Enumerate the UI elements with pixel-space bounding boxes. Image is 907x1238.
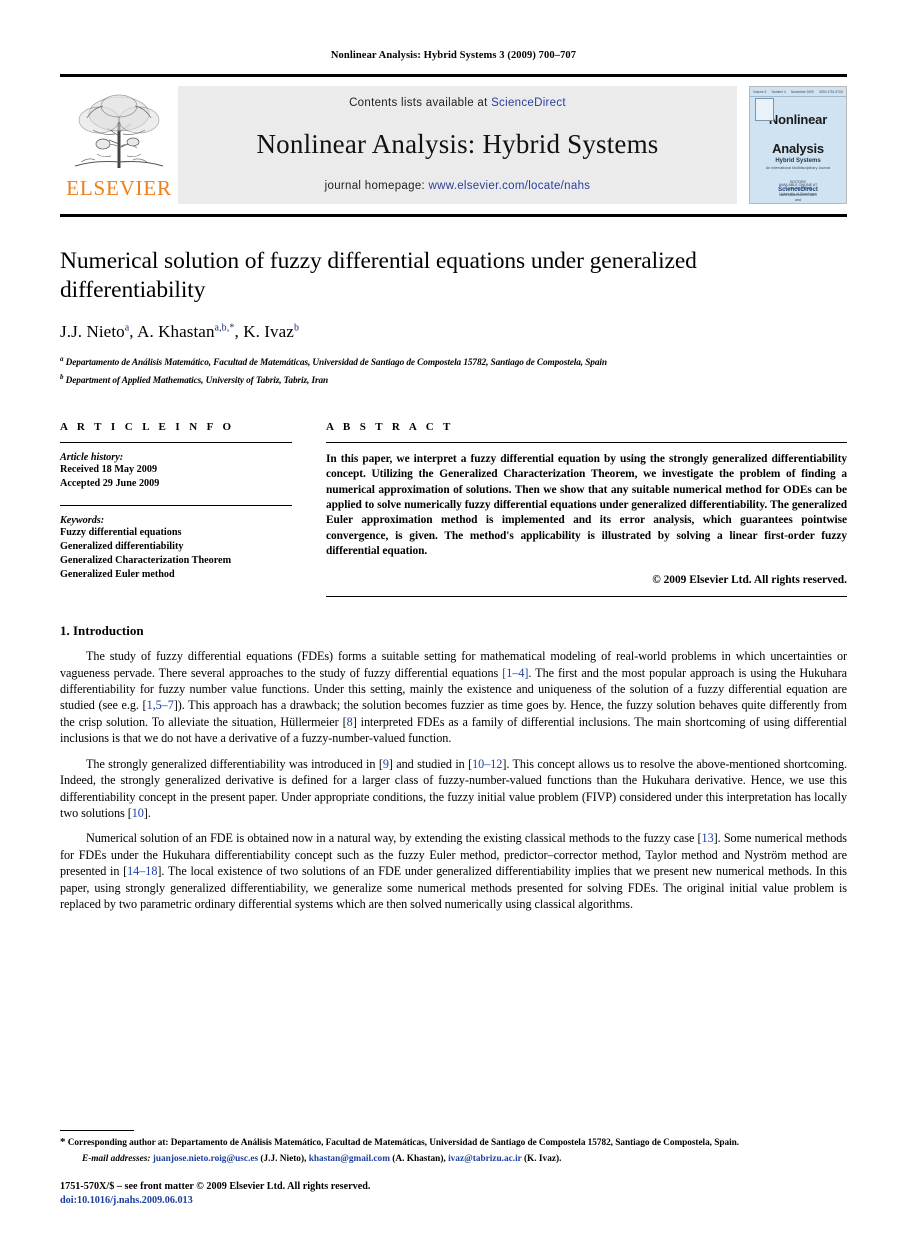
cover-issn: ISSN 1751-570X: [819, 89, 843, 94]
abstract-copyright: © 2009 Elsevier Ltd. All rights reserved…: [652, 574, 847, 587]
citation-link[interactable]: 10–12: [472, 757, 502, 771]
paragraph-text: Numerical solution of an FDE is obtained…: [86, 831, 702, 846]
citation-link[interactable]: [1–4]: [502, 666, 528, 680]
affiliation-list: a Departamento de Análisis Matemático, F…: [60, 353, 847, 388]
page-title: Numerical solution of fuzzy differential…: [60, 248, 697, 303]
cover-sciencedirect-url: www.sciencedirect.com: [779, 193, 817, 197]
banner-center: Contents lists available at ScienceDirec…: [178, 86, 737, 204]
corresponding-author-text: Corresponding author at: Departamento de…: [67, 1138, 739, 1148]
email-link[interactable]: juanjose.nieto.roig@usc.es: [153, 1154, 258, 1164]
abstract-column: A B S T R A C T In this paper, we interp…: [326, 421, 847, 598]
journal-title: Nonlinear Analysis: Hybrid Systems: [256, 129, 659, 159]
cover-editor2: Xinzhi Liu: [750, 203, 846, 204]
info-abstract-row: A R T I C L E I N F O Article history: R…: [60, 421, 847, 598]
affiliation-item: b Department of Applied Mathematics, Uni…: [60, 371, 847, 389]
corresponding-author-marker: *: [60, 1136, 66, 1148]
paper-page: Nonlinear Analysis: Hybrid Systems 3 (20…: [0, 0, 907, 1238]
abstract-text: In this paper, we interpret a fuzzy diff…: [326, 453, 847, 557]
homepage-prefix: journal homepage:: [324, 180, 429, 192]
keyword-item: Generalized Euler method: [60, 569, 175, 581]
citation-link[interactable]: 1,5–7: [147, 698, 174, 712]
affiliation-mark: a: [60, 355, 64, 363]
article-info-label: A R T I C L E I N F O: [60, 421, 235, 434]
paragraph-text: ]. The local existence of two solutions …: [60, 864, 847, 911]
abstract-label: A B S T R A C T: [326, 421, 454, 434]
header-rule: [60, 74, 847, 77]
issn-front-matter-line: 1751-570X/$ – see front matter © 2009 El…: [60, 1181, 371, 1192]
doi-link[interactable]: doi:10.1016/j.nahs.2009.06.013: [60, 1194, 370, 1208]
email-owner: (J.J. Nieto): [260, 1154, 305, 1164]
author-affiliation-mark: a,b,*: [214, 322, 235, 334]
author-name: K. Ivaz: [243, 322, 294, 341]
affiliation-text: Departamento de Análisis Matemático, Fac…: [65, 358, 607, 369]
cover-date: November 2009: [791, 89, 814, 94]
body-paragraph: Numerical solution of an FDE is obtained…: [60, 830, 847, 912]
footnote-block: * Corresponding author at: Departamento …: [60, 1130, 847, 1166]
paragraph-text: ] and studied in [: [388, 756, 473, 771]
email-owner: (K. Ivaz): [523, 1154, 560, 1164]
journal-banner: ELSEVIER Contents lists available at Sci…: [60, 86, 847, 204]
article-history-label: Article history:: [60, 452, 124, 464]
affiliation-item: a Departamento de Análisis Matemático, F…: [60, 353, 847, 371]
article-info-column: A R T I C L E I N F O Article history: R…: [60, 421, 292, 597]
article-history-accepted: Accepted 29 June 2009: [60, 478, 160, 490]
cover-footer: AVAILABLE ONLINE AT ScienceDirect www.sc…: [750, 183, 846, 197]
banner-bottom-rule: [60, 214, 847, 217]
section-title-introduction: 1. Introduction: [60, 623, 144, 639]
paragraph-text: ].: [143, 805, 151, 820]
citation-link[interactable]: 10: [132, 806, 144, 820]
article-info-rule: [60, 442, 292, 444]
affiliation-text: Department of Applied Mathematics, Unive…: [65, 375, 329, 386]
elsevier-tree-icon: [74, 94, 164, 168]
cover-tagline: An International Multidisciplinary Journ…: [765, 166, 831, 170]
keywords-label: Keywords:: [60, 515, 105, 527]
email-note: E-mail addresses: juanjose.nieto.roig@us…: [82, 1154, 562, 1164]
affiliation-mark: b: [60, 372, 64, 381]
email-addresses-label: E-mail addresses:: [82, 1154, 151, 1164]
elsevier-logo: ELSEVIER: [60, 86, 178, 204]
corresponding-author-note: * Corresponding author at: Departamento …: [60, 1136, 847, 1150]
cover-subtitle: Hybrid Systems: [775, 158, 821, 164]
journal-cover-thumbnail: Volume 3 Number 4 November 2009 ISSN 175…: [749, 86, 847, 204]
citation-link[interactable]: 13: [702, 831, 714, 845]
article-history-received: Received 18 May 2009: [60, 464, 158, 476]
cover-number: Number 4: [771, 89, 786, 94]
journal-homepage-line: journal homepage: www.elsevier.com/locat…: [325, 180, 591, 192]
elsevier-wordmark: ELSEVIER: [66, 176, 172, 200]
keyword-item: Generalized Characterization Theorem: [60, 555, 232, 567]
cover-title-line2: Analysis: [772, 141, 824, 156]
cover-elsevier-mark-icon: [755, 98, 774, 121]
running-head: Nonlinear Analysis: Hybrid Systems 3 (20…: [330, 50, 577, 61]
paragraph-text: The strongly generalized differentiabili…: [86, 756, 383, 771]
email-owner: (A. Khastan): [392, 1154, 444, 1164]
author-name: J.J. Nieto: [60, 322, 125, 341]
author-affiliation-mark: b: [293, 322, 300, 334]
contents-available-line: Contents lists available at ScienceDirec…: [349, 97, 566, 109]
journal-homepage-link[interactable]: www.elsevier.com/locate/nahs: [429, 180, 591, 192]
author-affiliation-mark: a: [124, 322, 130, 334]
email-link[interactable]: khastan@gmail.com: [309, 1154, 390, 1164]
imprint-block: 1751-570X/$ – see front matter © 2009 El…: [60, 1180, 370, 1208]
keyword-item: Fuzzy differential equations: [60, 527, 182, 539]
cover-topbar: Volume 3 Number 4 November 2009 ISSN 175…: [750, 87, 846, 97]
contents-prefix: Contents lists available at: [349, 97, 492, 109]
cover-volume: Volume 3: [753, 89, 767, 94]
abstract-rule: [326, 442, 847, 444]
footnote-rule: [60, 1130, 134, 1131]
citation-link[interactable]: 14–18: [127, 864, 157, 878]
email-link[interactable]: ivaz@tabrizu.ac.ir: [448, 1154, 522, 1164]
body-paragraph: The study of fuzzy differential equation…: [60, 648, 847, 746]
author-list: J.J. Nietoa, A. Khastana,b,*, K. Ivazb: [60, 322, 300, 341]
sciencedirect-link[interactable]: ScienceDirect: [491, 97, 566, 109]
keywords-rule: [60, 505, 292, 507]
body-paragraph: The strongly generalized differentiabili…: [60, 756, 847, 822]
keyword-item: Generalized differentiability: [60, 541, 184, 553]
author-name: A. Khastan: [137, 322, 215, 341]
body-paragraphs: The study of fuzzy differential equation…: [60, 648, 847, 912]
abstract-bottom-rule: [326, 596, 847, 598]
